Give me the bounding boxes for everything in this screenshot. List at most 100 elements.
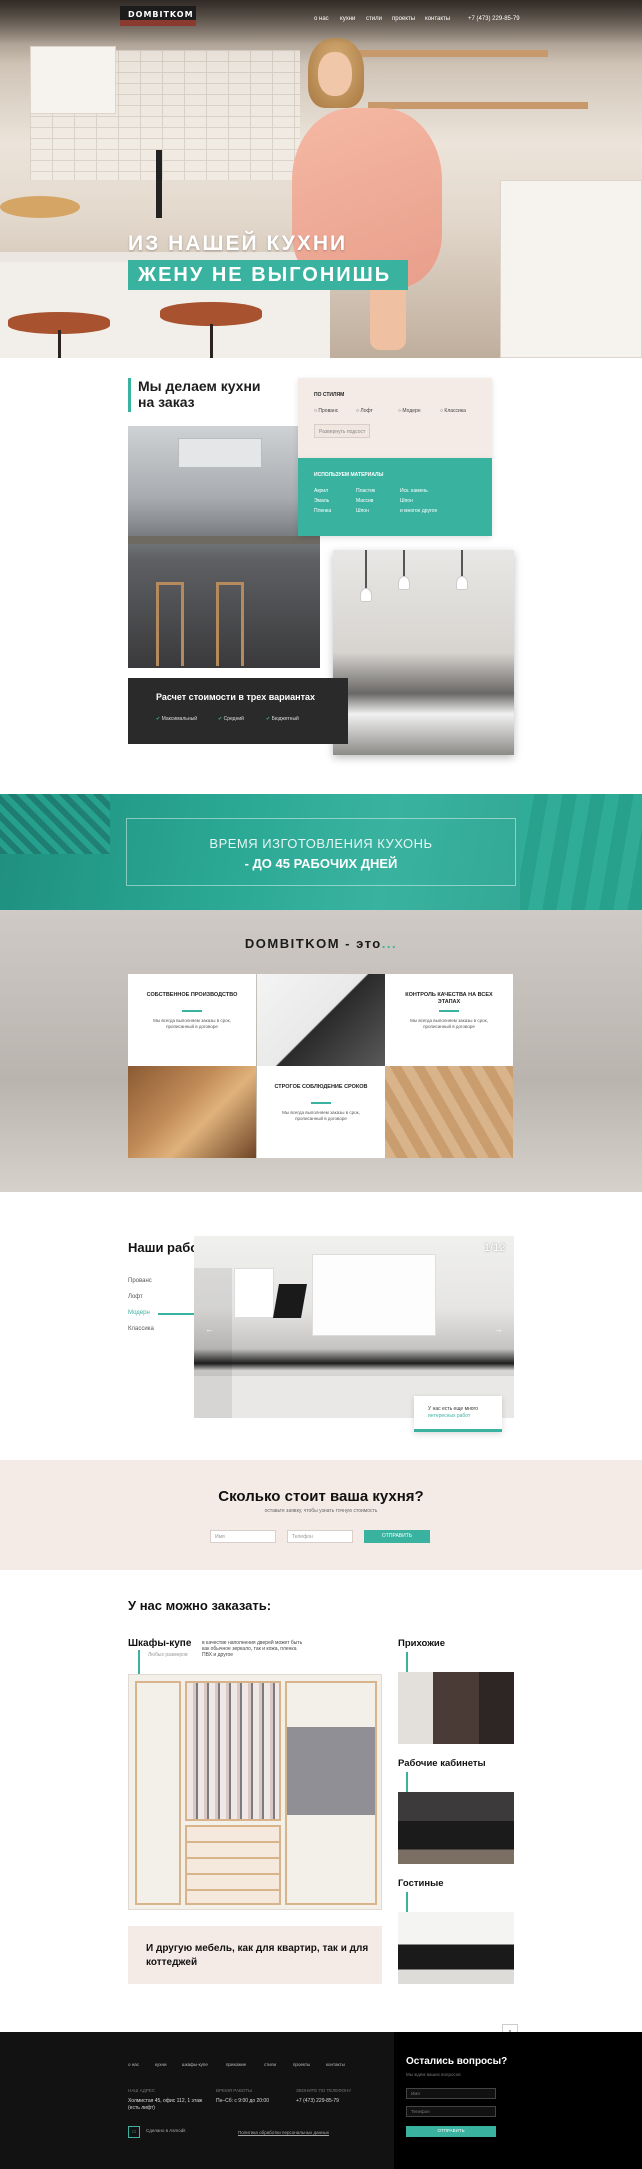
living-rooms-title[interactable]: Гостиные bbox=[398, 1878, 444, 1889]
feature-text: Мы всегда выполняем заказы в срок, пропи… bbox=[410, 1018, 488, 1029]
hanging-clothes bbox=[185, 1681, 281, 1821]
works-category-provence[interactable]: Прованс bbox=[128, 1278, 152, 1284]
footer-nav-wardrobes[interactable]: шкафы-купе bbox=[182, 2062, 208, 2067]
footer-nav-styles[interactable]: стили bbox=[264, 2062, 276, 2067]
stool-leg bbox=[210, 324, 213, 358]
material-item: Акрил bbox=[314, 488, 329, 494]
bar-stool bbox=[156, 582, 184, 666]
materials-heading: ИСПОЛЬЗУЕМ МАТЕРИАЛЫ bbox=[314, 472, 384, 478]
footer-nav-kitchens[interactable]: кухни bbox=[155, 2062, 167, 2067]
banner-line1: ВРЕМЯ ИЗГОТОВЛЕНИЯ КУХОНЬ bbox=[209, 836, 433, 851]
slider-counter: 1/12 bbox=[484, 1242, 506, 1254]
hero-title-line1: ИЗ НАШЕЙ КУХНИ bbox=[128, 232, 348, 255]
hero-title-line2: ЖЕНУ НЕ ВЫГОНИШЬ bbox=[138, 264, 392, 286]
bar-stool bbox=[216, 582, 244, 666]
works-category-loft[interactable]: Лофт bbox=[128, 1294, 143, 1300]
header-phone[interactable]: +7 (473) 229-85-79 bbox=[468, 16, 520, 22]
price-phone-input[interactable]: Телефон bbox=[287, 1530, 353, 1543]
drawers bbox=[185, 1825, 281, 1905]
style-classic[interactable]: ○ Классика bbox=[440, 408, 466, 414]
banner-frame bbox=[126, 818, 516, 886]
works-category-modern-active[interactable]: Модерн bbox=[128, 1310, 150, 1316]
nav-contacts[interactable]: контакты bbox=[425, 16, 450, 22]
nav-about[interactable]: о нас bbox=[314, 16, 329, 22]
styles-card: ПО СТИЛЯМ ○ Прованс ○ Лофт ○ Модерн ○ Кл… bbox=[298, 378, 492, 458]
style-loft[interactable]: ○ Лофт bbox=[356, 408, 373, 414]
right-cabinets bbox=[500, 180, 642, 358]
footer-nav-contacts[interactable]: контакты bbox=[326, 2062, 345, 2067]
style-provence[interactable]: ○ Прованс bbox=[314, 408, 338, 414]
hood bbox=[273, 1284, 307, 1318]
logo[interactable]: DOMBITKOM bbox=[128, 10, 194, 19]
documents-photo bbox=[257, 974, 385, 1066]
styles-heading: ПО СТИЛЯМ bbox=[314, 392, 345, 398]
footer-nav-projects[interactable]: проекты bbox=[293, 2062, 310, 2067]
material-item: и многое другое bbox=[400, 508, 438, 514]
slider-prev-icon[interactable]: ← bbox=[205, 1324, 214, 1334]
wardrobe-title: Шкафы-купе bbox=[128, 1638, 192, 1649]
style-modern[interactable]: ○ Модерн bbox=[398, 408, 421, 414]
header-bar bbox=[0, 0, 642, 44]
price-submit-button[interactable]: ОТПРАВИТЬ bbox=[364, 1530, 430, 1543]
living-room-photo[interactable] bbox=[398, 1912, 514, 1984]
footer-nav-about[interactable]: о нас bbox=[128, 2062, 139, 2067]
developer-note[interactable]: Сделано в Asmodit bbox=[146, 2128, 188, 2134]
hallways-title[interactable]: Прихожие bbox=[398, 1638, 445, 1649]
stool-right bbox=[160, 302, 262, 326]
footer-form-panel bbox=[394, 2032, 642, 2169]
price-section bbox=[0, 1460, 642, 1570]
hallway-photo[interactable] bbox=[398, 1672, 514, 1744]
footer-phone[interactable]: +7 (473) 229-85-79 bbox=[296, 2098, 339, 2104]
slider-overlay bbox=[194, 1268, 232, 1418]
wardrobe-section bbox=[135, 1681, 181, 1905]
office-photo[interactable] bbox=[398, 1792, 514, 1864]
price-calc-box bbox=[128, 678, 348, 744]
hours: Пн–Сб: с 9:00 до 20:00 bbox=[216, 2098, 269, 2104]
footer-name-input[interactable]: Имя bbox=[406, 2088, 496, 2099]
material-item: Эмаль bbox=[314, 498, 330, 504]
nav-styles[interactable]: стили bbox=[366, 16, 382, 22]
price-name-input[interactable]: Имя bbox=[210, 1530, 276, 1543]
promo-text: И другую мебель, как для квартир, так и … bbox=[146, 1943, 369, 1968]
more-works-caption[interactable]: У нас есть еще много интересных работ bbox=[414, 1396, 502, 1432]
privacy-policy-link[interactable]: Политика обработки персональных данных bbox=[238, 2130, 329, 2135]
material-item: Массив bbox=[356, 498, 374, 504]
footer-submit-button[interactable]: ОТПРАВИТЬ bbox=[406, 2126, 496, 2137]
wardrobe-subtitle: Любых размеров bbox=[148, 1652, 188, 1658]
woman-face bbox=[318, 52, 352, 96]
price-title: Сколько стоит ваша кухня? bbox=[218, 1488, 424, 1505]
feature-cell-deadlines: СТРОГОЕ СОБЛЮДЕНИЕ СРОКОВ Мы всегда выпо… bbox=[257, 1066, 385, 1158]
calc-option-max: ✔ Максимальный bbox=[156, 716, 198, 722]
wardrobe-accent bbox=[138, 1650, 140, 1676]
counter-top bbox=[128, 536, 320, 544]
price-subtitle: оставьте заявку, чтобы узнать точную сто… bbox=[264, 1508, 378, 1514]
fruit-bowl bbox=[0, 196, 80, 218]
range-hood bbox=[178, 438, 262, 468]
feature-text: Мы всегда выполняем заказы в срок, пропи… bbox=[153, 1018, 231, 1029]
nav-projects[interactable]: проекты bbox=[392, 16, 415, 22]
footer-phone-input[interactable]: Телефон bbox=[406, 2106, 496, 2117]
nav-kitchens[interactable]: кухни bbox=[340, 16, 355, 22]
custom-kitchens-title: Мы делаем кухни на заказ bbox=[138, 378, 261, 410]
white-kitchen-photo bbox=[333, 550, 514, 755]
works-slider-image bbox=[194, 1236, 514, 1418]
pendant-lamp bbox=[398, 576, 410, 590]
wood-floor bbox=[520, 794, 642, 910]
feature-underline bbox=[311, 1102, 331, 1104]
feature-title: СОБСТВЕННОЕ ПРОИЗВОДСТВО bbox=[146, 992, 238, 998]
carpentry-photo bbox=[128, 1066, 256, 1158]
styles-more-button[interactable]: Развернуть подсост bbox=[314, 424, 370, 438]
feature-title: СТРОГОЕ СОБЛЮДЕНИЕ СРОКОВ bbox=[274, 1084, 368, 1090]
feature-cell-own-production: СОБСТВЕННОЕ ПРОИЗВОДСТВО Мы всегда выпол… bbox=[128, 974, 256, 1066]
stool-leg bbox=[58, 330, 61, 358]
caption-line2[interactable]: интересных работ bbox=[428, 1413, 470, 1419]
works-category-classic[interactable]: Классика bbox=[128, 1326, 154, 1332]
features-title: DOMBITKOM - это... bbox=[244, 936, 398, 951]
offices-title[interactable]: Рабочие кабинеты bbox=[398, 1758, 486, 1769]
banner-line2: - ДО 45 РАБОЧИХ ДНЕЙ bbox=[244, 856, 398, 871]
address-label: НАШ АДРЕС bbox=[128, 2088, 156, 2093]
footer-nav-hallways[interactable]: прихожие bbox=[226, 2062, 246, 2067]
slider-next-icon[interactable]: → bbox=[494, 1324, 503, 1334]
wardrobe-photo bbox=[128, 1674, 382, 1910]
wall-cabinet bbox=[30, 46, 116, 114]
